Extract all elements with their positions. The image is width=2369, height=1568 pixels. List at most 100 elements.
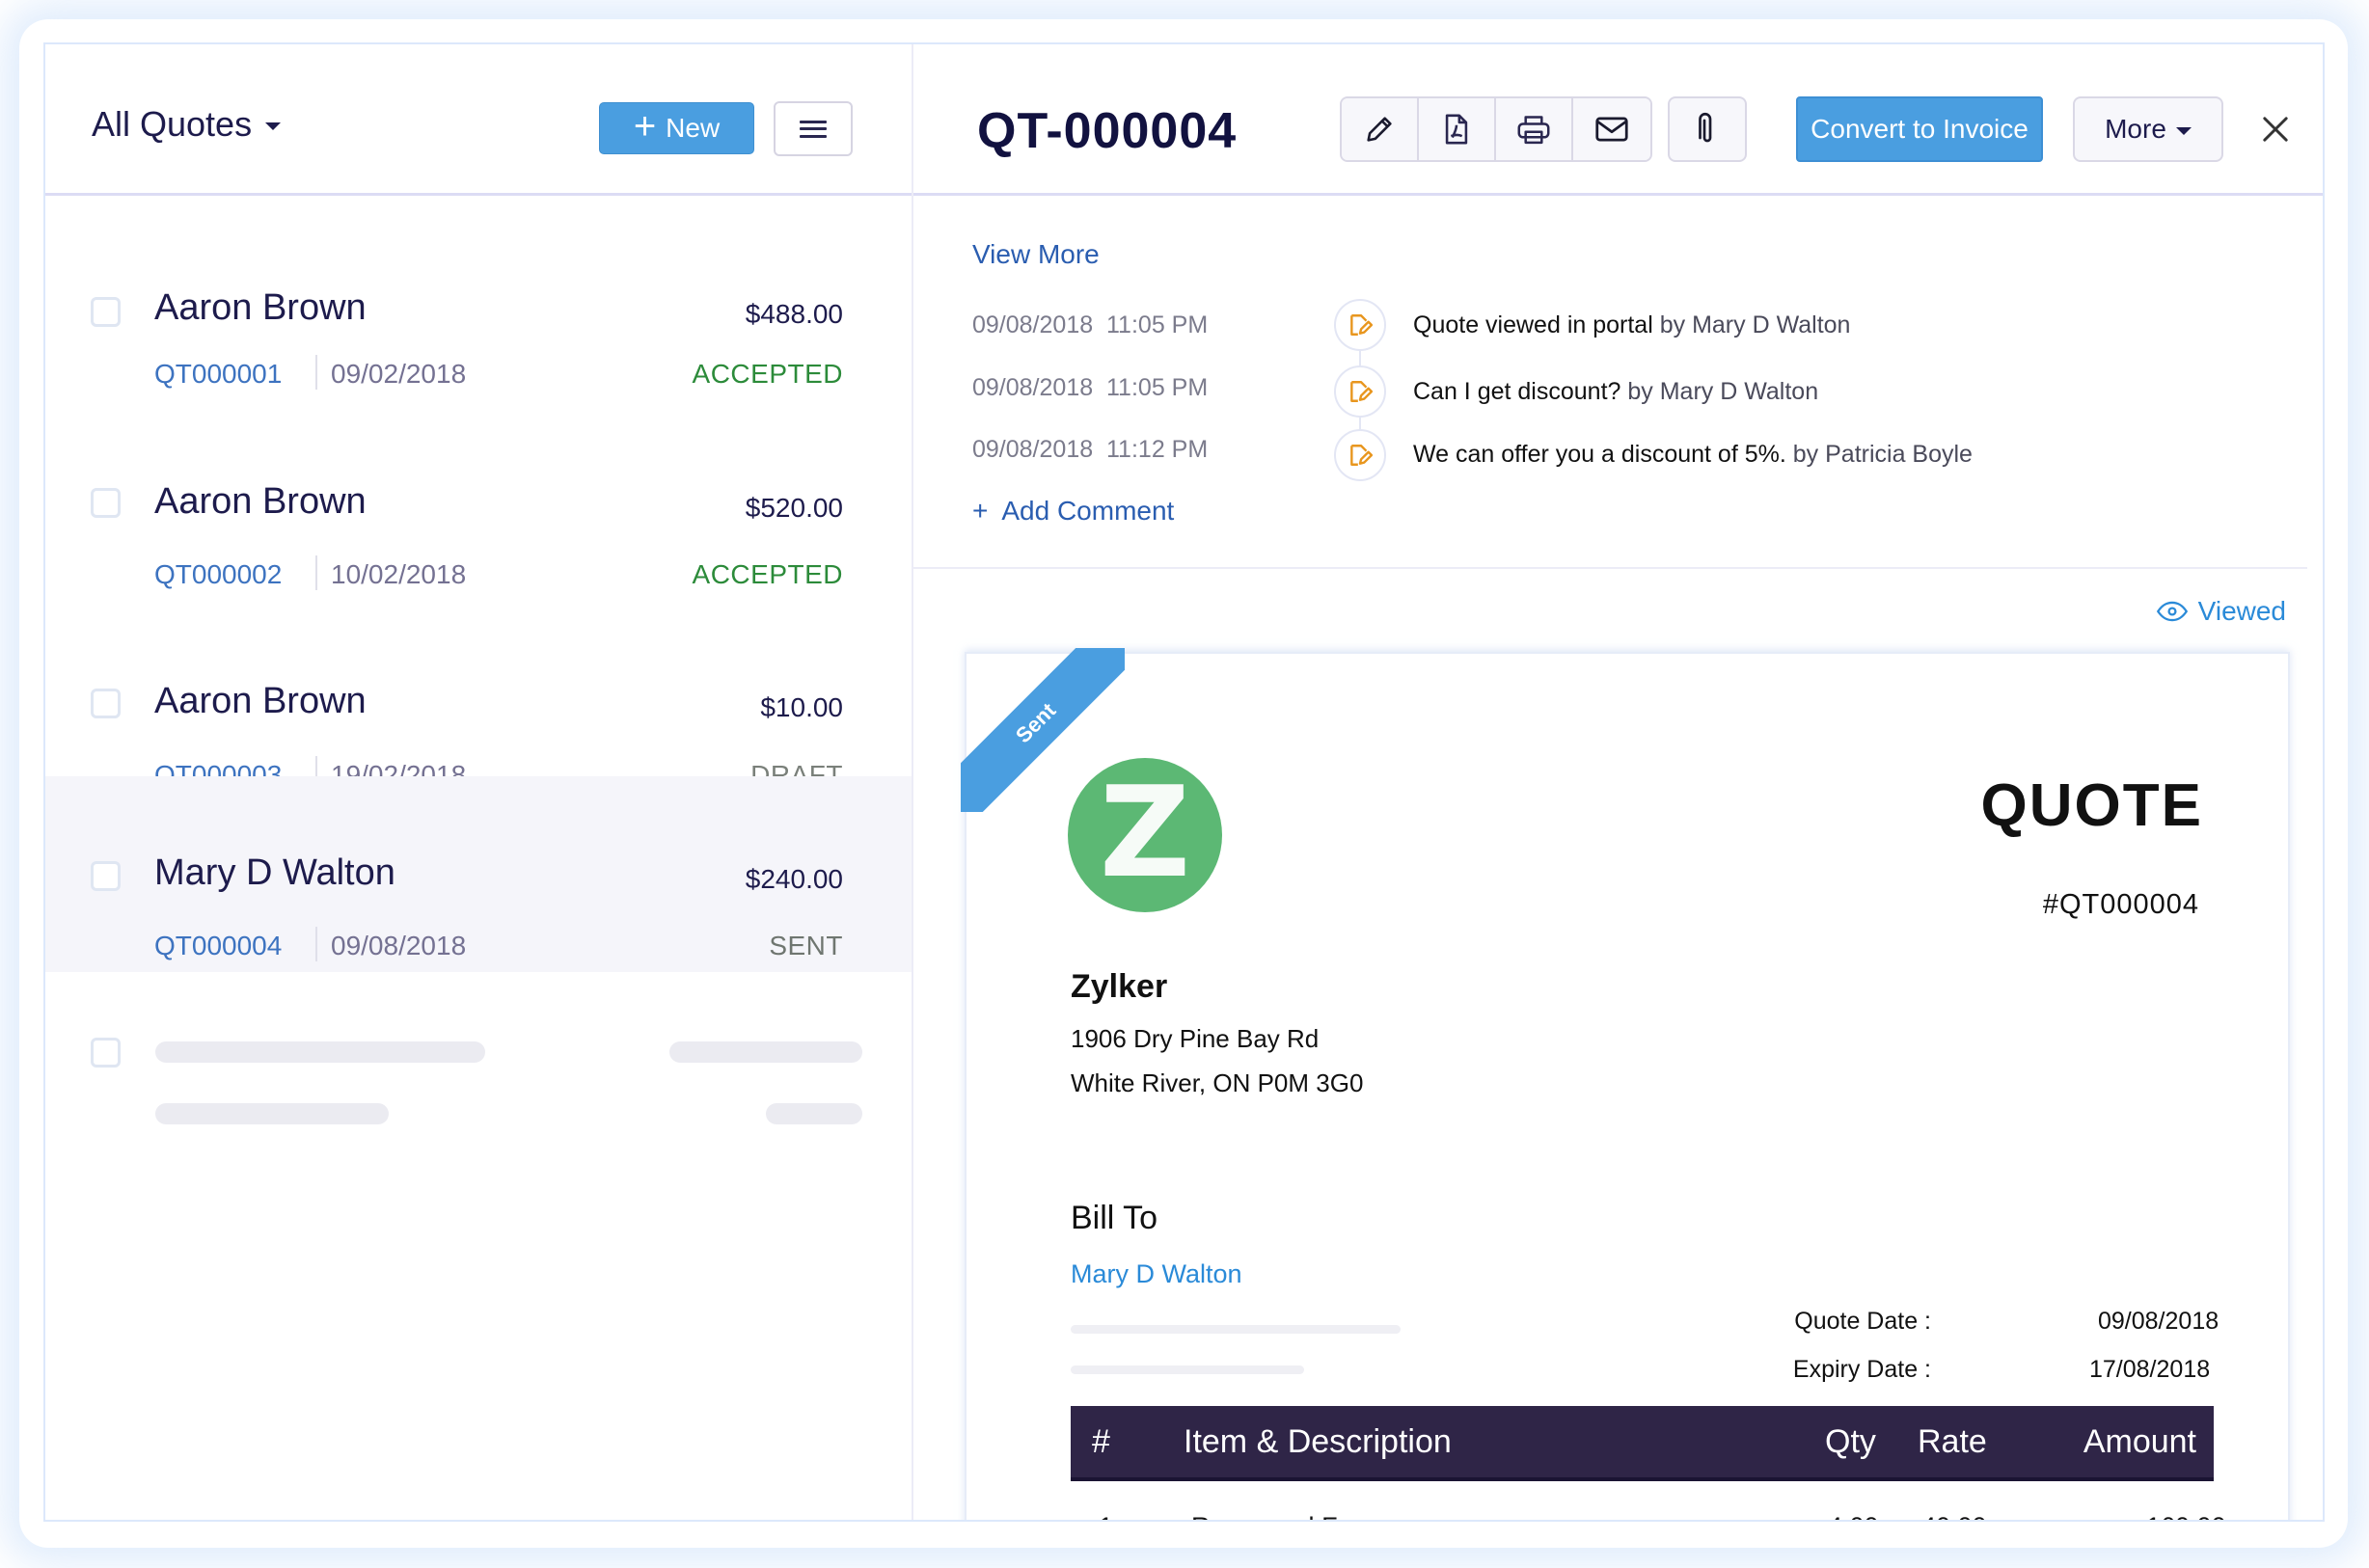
row-checkbox[interactable] [91, 297, 121, 327]
close-button[interactable] [2256, 110, 2295, 149]
list-menu-button[interactable] [774, 101, 853, 156]
action-toolbar [1340, 96, 1652, 162]
row-checkbox[interactable] [91, 861, 121, 891]
company-logo: Z [1068, 758, 1222, 912]
pdf-icon [1445, 114, 1468, 145]
customer-name: Mary D Walton [154, 852, 395, 893]
quote-list-item[interactable]: Aaron Brown $520.00 QT000002 10/02/2018 … [45, 392, 912, 590]
quote-date-value: 09/08/2018 [2098, 1308, 2219, 1335]
quote-title: QT-000004 [977, 103, 1238, 159]
quote-list-item-selected[interactable]: Mary D Walton $240.00 QT000004 09/08/201… [45, 776, 912, 972]
row-checkbox[interactable] [91, 488, 121, 518]
skeleton-bar [1071, 1325, 1401, 1334]
activity-time: 09/08/2018 11:05 PM [972, 374, 1209, 401]
company-address-line1: 1906 Dry Pine Bay Rd [1071, 1024, 1320, 1053]
separator [315, 927, 317, 961]
new-quote-label: New [666, 113, 721, 143]
row-rate: 40.00 [1921, 1512, 1987, 1520]
quote-list-item[interactable]: Aaron Brown $10.00 QT000003 19/02/2018 D… [45, 584, 912, 791]
activity-text: Quote viewed in portal by Mary D Walton [1413, 311, 1850, 339]
activity-icon [1334, 365, 1386, 418]
convert-to-invoice-button[interactable]: Convert to Invoice [1796, 96, 2043, 162]
bill-to-name[interactable]: Mary D Walton [1071, 1259, 1242, 1289]
activity-author: by Mary D Walton [1627, 378, 1819, 405]
status-badge: ACCEPTED [692, 359, 843, 389]
caret-down-icon [265, 122, 282, 130]
print-button[interactable] [1496, 98, 1573, 160]
skeleton-bar [766, 1103, 862, 1124]
viewed-status: Viewed [2156, 596, 2286, 627]
skeleton-bar [1071, 1365, 1304, 1374]
email-button[interactable] [1573, 98, 1650, 160]
items-table-header: # Item & Description Qty Rate Amount [1071, 1406, 2214, 1481]
quote-number[interactable]: QT000001 [154, 359, 282, 390]
col-qty: Qty [1825, 1423, 1876, 1460]
quote-document-preview: Sent Z Zylker 1906 Dry Pine Bay Rd White… [961, 648, 2290, 1520]
eye-icon [2156, 601, 2188, 622]
activity-time: 09/08/2018 11:05 PM [972, 311, 1209, 338]
view-filter-label: All Quotes [92, 104, 253, 144]
document-title: QUOTE [1980, 772, 2203, 839]
activity-message: Can I get discount? [1413, 378, 1621, 405]
activity-icon [1334, 429, 1386, 481]
list-header: All Quotes + New [45, 44, 913, 195]
row-number: 1 [1099, 1512, 1113, 1520]
plus-icon: + [633, 105, 657, 148]
email-icon [1595, 117, 1628, 142]
new-quote-button[interactable]: + New [599, 102, 754, 154]
close-icon [2263, 117, 2288, 142]
col-item-description: Item & Description [1184, 1423, 1452, 1460]
row-item: Rosewood Froame [1191, 1512, 1411, 1520]
add-comment-label: Add Comment [1001, 496, 1175, 526]
comment-edit-icon [1350, 445, 1373, 466]
col-amount: Amount [2083, 1423, 2196, 1460]
quote-amount: $10.00 [760, 692, 843, 722]
activity-text: We can offer you a discount of 5%. by Pa… [1413, 441, 1973, 469]
attach-button[interactable] [1668, 96, 1747, 162]
comment-edit-icon [1350, 314, 1373, 336]
quote-date: 09/02/2018 [331, 359, 467, 389]
row-checkbox[interactable] [91, 689, 121, 718]
activity-icon [1334, 299, 1386, 351]
expiry-date-value: 17/08/2018 [2089, 1356, 2211, 1383]
edit-button[interactable] [1342, 98, 1419, 160]
separator [315, 355, 317, 390]
activity-message: Quote viewed in portal [1413, 311, 1653, 338]
activity-text: Can I get discount? by Mary D Walton [1413, 378, 1818, 406]
quote-date: 09/08/2018 [331, 931, 467, 960]
quote-amount: $488.00 [745, 299, 843, 329]
row-checkbox[interactable] [91, 1038, 121, 1068]
col-rate: Rate [1918, 1423, 1987, 1460]
bill-to-label: Bill To [1071, 1200, 1158, 1236]
view-more-link[interactable]: View More [972, 239, 1100, 270]
quote-date-label: Quote Date : [1794, 1308, 1931, 1335]
activity-divider [913, 567, 2307, 569]
more-dropdown-button[interactable]: More [2073, 96, 2223, 162]
company-name: Zylker [1071, 968, 1168, 1005]
activity-author: by Mary D Walton [1659, 311, 1851, 338]
add-comment-link[interactable]: + Add Comment [972, 496, 1174, 527]
edit-icon [1367, 117, 1392, 142]
quote-amount: $240.00 [745, 864, 843, 894]
viewed-label: Viewed [2197, 596, 2286, 626]
expiry-date-label: Expiry Date : [1792, 1356, 1931, 1383]
pdf-button[interactable] [1419, 98, 1496, 160]
loading-placeholder-row [45, 972, 912, 1165]
quotes-app-window: All Quotes + New Aaron Brown $488.00 QT0… [43, 42, 2325, 1522]
comment-edit-icon [1350, 381, 1373, 402]
view-filter-dropdown[interactable]: All Quotes [92, 104, 282, 145]
company-address-line2: White River, ON P0M 3G0 [1071, 1068, 1364, 1097]
quote-list-item[interactable]: Aaron Brown $488.00 QT000001 09/02/2018 … [45, 199, 912, 392]
logo-letter: Z [1099, 759, 1191, 906]
skeleton-bar [155, 1103, 389, 1124]
customer-name: Aaron Brown [154, 287, 367, 328]
customer-name: Aaron Brown [154, 681, 367, 721]
quote-number[interactable]: QT000004 [154, 931, 282, 961]
pane-divider [912, 44, 913, 1520]
skeleton-bar [669, 1041, 862, 1063]
plus-icon: + [972, 496, 989, 526]
activity-author: by Patricia Boyle [1792, 441, 1973, 468]
row-amount: 160.00 [2146, 1512, 2226, 1520]
print-icon [1517, 116, 1550, 145]
header-divider [45, 193, 2323, 196]
